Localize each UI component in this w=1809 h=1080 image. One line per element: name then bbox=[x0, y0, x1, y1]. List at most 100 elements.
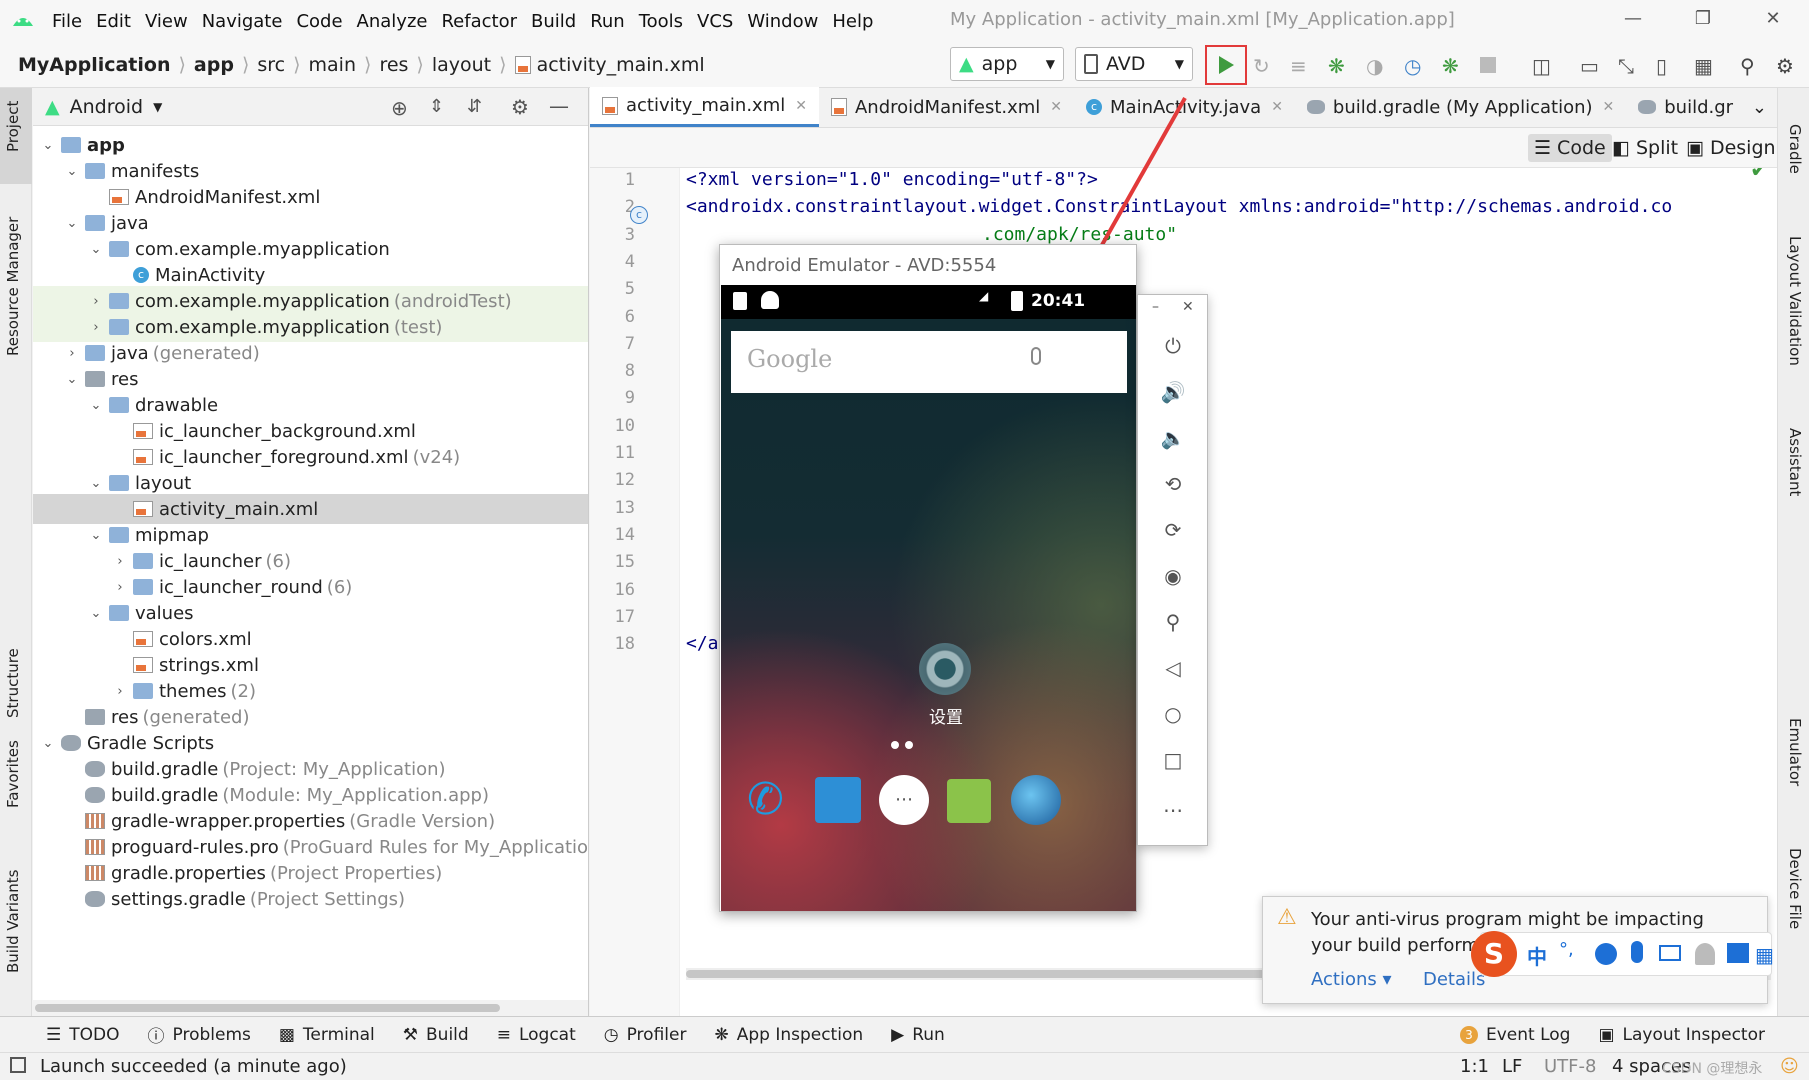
menu-build[interactable]: Build bbox=[531, 11, 576, 32]
chevron-right-icon[interactable]: › bbox=[63, 346, 81, 361]
chevron-right-icon[interactable]: › bbox=[87, 294, 105, 309]
chevron-down-icon[interactable]: ⌄ bbox=[87, 242, 105, 257]
menu-view[interactable]: View bbox=[145, 11, 188, 32]
tool-tab-todo[interactable]: ☰ TODO bbox=[46, 1025, 120, 1045]
menu-tools[interactable]: Tools bbox=[639, 11, 683, 32]
tool-tab-run[interactable]: ▶ Run bbox=[891, 1025, 945, 1045]
chevron-down-icon[interactable]: ⌄ bbox=[63, 164, 81, 179]
attach-debugger-icon[interactable]: ❋ bbox=[1442, 54, 1464, 78]
overview-icon[interactable]: □ bbox=[1158, 745, 1188, 775]
tool-tab-event-log[interactable]: 3 Event Log bbox=[1459, 1025, 1570, 1045]
notification-details-link[interactable]: Details bbox=[1423, 969, 1485, 990]
apply-changes-icon[interactable]: ↻ bbox=[1253, 54, 1275, 78]
debug-icon[interactable]: ❋ bbox=[1328, 54, 1350, 78]
class-gutter-icon[interactable]: c bbox=[630, 206, 648, 224]
file-encoding[interactable]: UTF-8 bbox=[1544, 1056, 1596, 1077]
chevron-down-icon[interactable]: ⌄ bbox=[39, 138, 57, 153]
menu-edit[interactable]: Edit bbox=[96, 11, 131, 32]
tool-tab-app-inspection[interactable]: ❋ App Inspection bbox=[714, 1025, 863, 1045]
chevron-down-icon[interactable]: ⌄ bbox=[63, 372, 81, 387]
close-window-button[interactable]: ✕ bbox=[1758, 8, 1788, 29]
messaging-app-icon[interactable] bbox=[947, 779, 991, 823]
tool-tab-structure[interactable]: Structure bbox=[4, 648, 22, 718]
locate-file-icon[interactable]: ⊕ bbox=[391, 96, 408, 120]
avd-manager-icon[interactable]: ▭ bbox=[1580, 54, 1602, 78]
profile-icon[interactable]: ◷ bbox=[1404, 54, 1426, 78]
notification-actions-link[interactable]: Actions ▾ bbox=[1311, 969, 1392, 990]
breadcrumb-main[interactable]: main bbox=[309, 54, 356, 76]
ime-menu-icon[interactable]: ▦ bbox=[1755, 943, 1774, 967]
chevron-down-icon[interactable]: ⌄ bbox=[87, 528, 105, 543]
close-tab-icon[interactable]: ✕ bbox=[795, 98, 807, 114]
chevron-right-icon[interactable]: › bbox=[111, 554, 129, 569]
hide-panel-icon[interactable]: — bbox=[549, 94, 569, 118]
tab-android-manifest[interactable]: AndroidManifest.xml ✕ bbox=[819, 87, 1074, 127]
tree-item[interactable]: settings.gradle (Project Settings) bbox=[33, 884, 588, 914]
restore-window-button[interactable]: ❐ bbox=[1688, 8, 1718, 29]
ime-punctuation-toggle[interactable]: °, bbox=[1559, 939, 1574, 960]
more-icon[interactable]: ⋯ bbox=[1158, 795, 1188, 825]
minimize-icon[interactable]: – bbox=[1152, 299, 1159, 315]
close-icon[interactable]: ✕ bbox=[1182, 299, 1194, 315]
tool-tab-logcat[interactable]: ≡ Logcat bbox=[497, 1025, 576, 1045]
tool-tab-emulator[interactable]: Emulator bbox=[1786, 718, 1804, 786]
collapse-all-icon[interactable]: ⇵ bbox=[467, 96, 482, 117]
menu-analyze[interactable]: Analyze bbox=[357, 11, 428, 32]
device-select[interactable]: AVD ▼ bbox=[1075, 47, 1193, 81]
tab-list-chevron-icon[interactable]: ⌄ bbox=[1742, 87, 1777, 127]
volume-down-icon[interactable]: 🔈 bbox=[1158, 423, 1188, 453]
menu-code[interactable]: Code bbox=[296, 11, 342, 32]
tab-build-gradle-project[interactable]: build.gradle (My Application) ✕ bbox=[1295, 87, 1626, 127]
breadcrumb-file[interactable]: activity_main.xml bbox=[537, 54, 705, 76]
tool-tab-problems[interactable]: ⓘ Problems bbox=[148, 1022, 251, 1048]
caret-position[interactable]: 1:1 bbox=[1460, 1056, 1489, 1077]
minimize-window-button[interactable]: — bbox=[1618, 8, 1648, 29]
contacts-app-icon[interactable] bbox=[815, 777, 861, 823]
tool-tab-favorites[interactable]: Favorites bbox=[4, 740, 22, 808]
menu-run[interactable]: Run bbox=[590, 11, 625, 32]
sync-project-icon[interactable]: ◫ bbox=[1532, 54, 1554, 78]
tool-tab-resource-manager[interactable]: Resource Manager bbox=[4, 217, 22, 356]
line-separator[interactable]: LF bbox=[1502, 1056, 1522, 1077]
app-drawer-icon[interactable]: ⋯ bbox=[879, 775, 929, 825]
run-button[interactable] bbox=[1205, 45, 1247, 85]
close-tab-icon[interactable]: ✕ bbox=[1603, 99, 1615, 115]
chevron-down-icon[interactable]: ⌄ bbox=[63, 216, 81, 231]
ime-user-icon[interactable] bbox=[1695, 943, 1715, 965]
breadcrumb-src[interactable]: src bbox=[257, 54, 285, 76]
back-icon[interactable]: ◁ bbox=[1158, 653, 1188, 683]
horizontal-scrollbar[interactable] bbox=[33, 1000, 588, 1016]
split-mode-button[interactable]: ◧ Split bbox=[1606, 134, 1684, 162]
search-icon[interactable]: ⚲ bbox=[1740, 54, 1762, 78]
stop-icon[interactable] bbox=[1480, 57, 1496, 73]
tool-tab-profiler[interactable]: ◷ Profiler bbox=[604, 1025, 687, 1045]
ime-skin-icon[interactable] bbox=[1727, 943, 1749, 963]
camera-icon[interactable]: ◉ bbox=[1158, 561, 1188, 591]
rotate-right-icon[interactable]: ⟳ bbox=[1158, 515, 1188, 545]
tool-tab-device-file-explorer[interactable]: Device File bbox=[1786, 848, 1804, 929]
scrollbar-thumb[interactable] bbox=[686, 970, 1286, 978]
emulator-screen[interactable]: ◢ 20:41 Google 设置 ✆ ⋯ bbox=[721, 285, 1136, 911]
sdk-download-icon[interactable]: ▦ bbox=[1694, 54, 1716, 78]
chevron-right-icon[interactable]: › bbox=[87, 320, 105, 335]
design-mode-button[interactable]: ▣ Design bbox=[1680, 134, 1782, 162]
scrollbar-thumb[interactable] bbox=[35, 1004, 500, 1012]
tool-tab-layout-validation[interactable]: Layout Validation bbox=[1786, 236, 1804, 366]
menu-refactor[interactable]: Refactor bbox=[441, 11, 517, 32]
chevron-down-icon[interactable]: ⌄ bbox=[87, 398, 105, 413]
ime-emoji-icon[interactable] bbox=[1595, 943, 1617, 965]
menu-help[interactable]: Help bbox=[832, 11, 873, 32]
chevron-down-icon[interactable]: ⌄ bbox=[39, 736, 57, 751]
settings-icon[interactable]: ⚙ bbox=[1776, 54, 1798, 78]
settings-gear-icon[interactable]: ⚙ bbox=[511, 95, 529, 119]
menu-vcs[interactable]: VCS bbox=[697, 11, 733, 32]
coverage-icon[interactable]: ◑ bbox=[1366, 54, 1388, 78]
menu-window[interactable]: Window bbox=[747, 11, 818, 32]
zoom-icon[interactable]: ⚲ bbox=[1158, 607, 1188, 637]
tool-tab-assistant[interactable]: Assistant bbox=[1786, 428, 1804, 496]
sdk-manager-icon[interactable]: ⤡ bbox=[1618, 54, 1640, 78]
breadcrumb-module[interactable]: app bbox=[194, 54, 234, 76]
phone-app-icon[interactable]: ✆ bbox=[747, 775, 797, 825]
tool-tab-build-variants[interactable]: Build Variants bbox=[4, 870, 22, 973]
power-icon[interactable]: ⏻ bbox=[1158, 331, 1188, 361]
